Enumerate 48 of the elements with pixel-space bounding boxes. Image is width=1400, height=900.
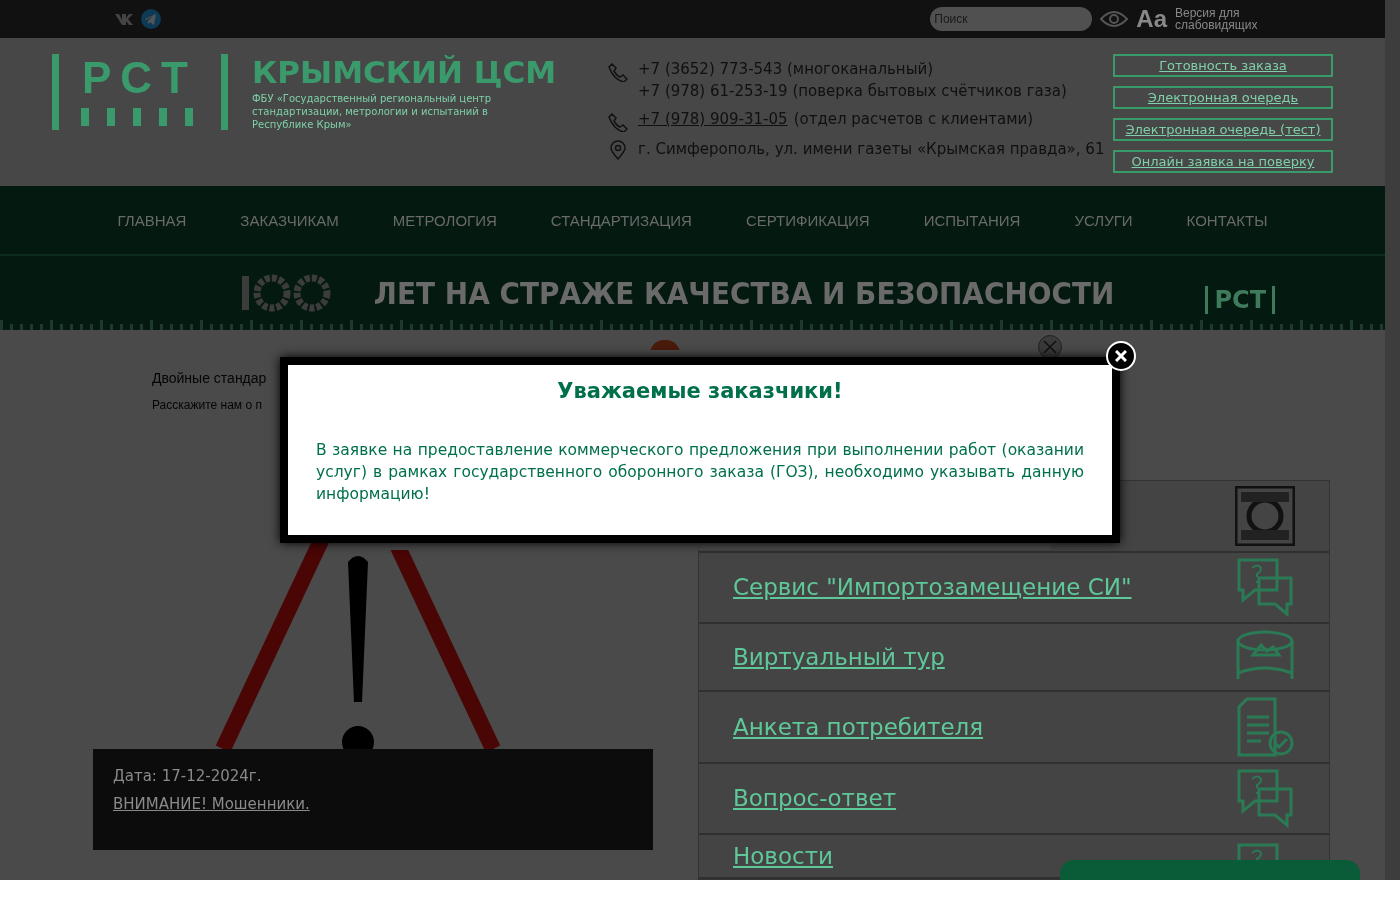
phone-icon [608,112,628,132]
logo[interactable]: РСТ [52,54,228,130]
nav-item[interactable]: ГЛАВНАЯ [117,211,187,229]
news-date: Дата: 17-12-2024г. [113,767,263,785]
nav-item[interactable]: СЕРТИФИКАЦИЯ [745,211,870,229]
service-row[interactable]: Сервис "Импортозамещение СИ" [699,552,1329,625]
chat-question-icon [1235,556,1295,619]
contact-text: +7 (3652) 773-543 (многоканальный) [638,59,934,80]
nav-item[interactable]: УСЛУГИ [1074,211,1133,229]
service-link[interactable]: Сервис "Импортозамещение СИ" [733,574,1132,601]
service-link[interactable]: Виртуальный тур [733,644,945,671]
accessibility-link[interactable]: Версия для слабовидящих [1175,7,1275,31]
dialog-message: В заявке на предоставление коммерческого предложения при выполнении работ (оказании услуг) в рамках государственного оборонного заказа (ГОЗ), необходимо указывать данную информацию! [316,440,1084,505]
news-link[interactable]: ВНИМАНИЕ! Мошенники. [113,795,633,813]
site-title: КРЫМСКИЙ ЦСМ [252,54,557,90]
dialog-title: Уважаемые заказчики! [557,379,843,403]
close-icon [1115,350,1127,362]
service-row[interactable]: Виртуальный тур [699,624,1329,692]
header-link-button[interactable]: Электронная очередь [1113,86,1333,109]
nav-item[interactable]: МЕТРОЛОГИЯ [392,211,497,229]
banner-slogan: ЛЕТ НА СТРАЖЕ КАЧЕСТВА И БЕЗОПАСНОСТИ [374,275,1115,311]
chat-question-icon [1235,767,1295,830]
scrollbar[interactable] [1385,0,1400,880]
service-link[interactable]: Анкета потребителя [733,713,984,740]
nav-item[interactable]: ИСПЫТАНИЯ [923,211,1021,229]
site-subtitle: ФБУ «Государственный региональный центр стандартизации, метрологии и испытаний в Республике Крым» [252,92,492,131]
font-size-toggle[interactable]: Aa [1136,5,1167,33]
service-row[interactable]: Вопрос-ответ [699,763,1329,836]
nav-item[interactable]: ЗАКАЗЧИКАМ [240,211,339,229]
location-pin-icon [608,140,628,160]
eye-icon[interactable] [1100,11,1129,27]
phone-icon [608,62,628,82]
document-check-icon [1235,696,1295,757]
header-link-button[interactable]: Готовность заказа [1113,54,1333,77]
service-link[interactable]: Вопрос-ответ [733,785,897,812]
banner-logo: РСТ [1205,286,1275,314]
service-row[interactable]: Анкета потребителя [699,691,1329,764]
telegram-icon[interactable] [141,9,161,29]
nav-item[interactable]: КОНТАКТЫ [1186,211,1268,229]
header-link-button[interactable]: Электронная очередь (тест) [1113,118,1333,141]
header-link-button[interactable]: Онлайн заявка на поверку [1113,150,1333,173]
vk-icon[interactable] [115,13,133,25]
quality-badge-icon [1235,485,1295,546]
close-icon [1043,340,1057,354]
service-link[interactable]: Новости [733,843,833,870]
nav-item[interactable]: СТАНДАРТИЗАЦИЯ [550,211,692,229]
contact-text: +7 (978) 61-253-19 (поверка бытовых счётчиков газа) [638,81,1067,102]
article-teaser: Расскажите нам о п [152,398,262,412]
